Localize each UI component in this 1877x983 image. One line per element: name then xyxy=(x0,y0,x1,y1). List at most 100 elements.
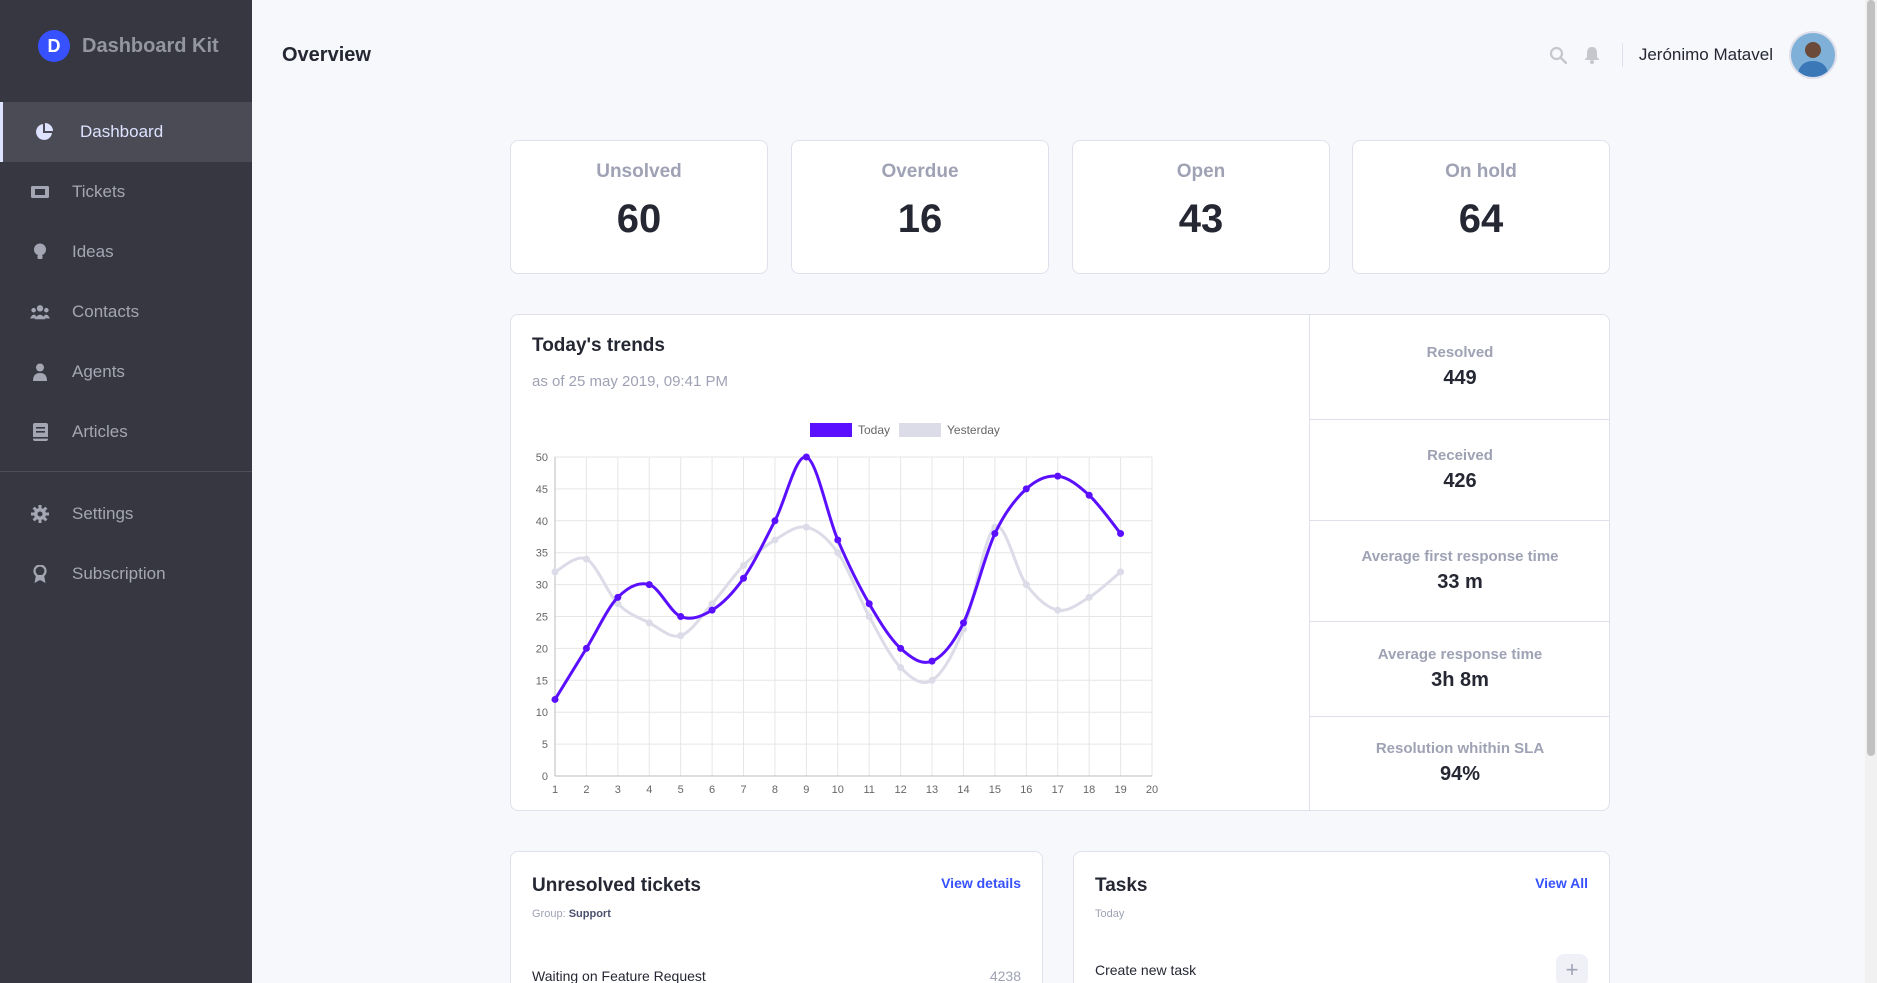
stat-value: 33 m xyxy=(1437,571,1483,593)
data-point-today[interactable] xyxy=(551,695,559,703)
x-tick-label: 4 xyxy=(646,784,652,796)
kpi-value: 64 xyxy=(1458,197,1504,241)
data-point-today[interactable] xyxy=(802,453,810,461)
ticket-icon xyxy=(30,182,50,202)
data-point-yesterday[interactable] xyxy=(897,664,905,672)
data-point-today[interactable] xyxy=(771,517,779,525)
pie-chart-icon xyxy=(34,122,54,142)
stat-label: Average response time xyxy=(1377,646,1543,663)
data-point-yesterday[interactable] xyxy=(708,600,716,608)
sidebar-item-dashboard[interactable]: Dashboard xyxy=(0,102,252,162)
data-point-today[interactable] xyxy=(928,657,936,665)
sidebar-item-tickets[interactable]: Tickets xyxy=(0,162,252,222)
data-point-today[interactable] xyxy=(614,593,622,601)
data-point-yesterday[interactable] xyxy=(802,523,810,531)
data-point-yesterday[interactable] xyxy=(1054,606,1062,614)
chart-legend[interactable]: Today Yesterday xyxy=(810,423,1000,437)
lightbulb-icon xyxy=(30,242,50,262)
group-prefix: Group: xyxy=(532,908,566,920)
kpi-card-overdue[interactable]: Overdue 16 xyxy=(791,140,1049,274)
data-point-today[interactable] xyxy=(897,644,905,652)
sidebar-item-settings[interactable]: Settings xyxy=(0,484,252,544)
x-tick-label: 15 xyxy=(989,784,1001,796)
legend-swatch-today xyxy=(810,423,852,437)
y-tick-label: 45 xyxy=(536,484,548,496)
data-point-yesterday[interactable] xyxy=(834,549,842,557)
data-point-yesterday[interactable] xyxy=(1085,593,1093,601)
brand-logo-letter: D xyxy=(47,35,61,56)
sidebar-item-subscription[interactable]: Subscription xyxy=(0,544,252,604)
sidebar-item-label: Contacts xyxy=(72,302,140,321)
kpi-card-open[interactable]: Open 43 xyxy=(1072,140,1330,274)
data-point-today[interactable] xyxy=(582,644,590,652)
page-title: Overview xyxy=(282,44,371,66)
x-tick-label: 16 xyxy=(1020,784,1032,796)
sidebar-item-contacts[interactable]: Contacts xyxy=(0,282,252,342)
search-icon[interactable] xyxy=(1548,45,1568,65)
x-tick-label: 2 xyxy=(583,784,589,796)
x-tick-label: 12 xyxy=(895,784,907,796)
scrollbar[interactable] xyxy=(1865,0,1877,983)
y-tick-label: 50 xyxy=(536,452,548,464)
data-point-yesterday[interactable] xyxy=(740,561,748,569)
data-point-yesterday[interactable] xyxy=(928,676,936,684)
data-point-today[interactable] xyxy=(708,606,716,614)
data-point-today[interactable] xyxy=(834,536,842,544)
sidebar-item-label: Agents xyxy=(72,362,125,381)
y-tick-label: 30 xyxy=(536,580,548,592)
group-label: Group: Support xyxy=(532,908,611,920)
sidebar-item-articles[interactable]: Articles xyxy=(0,402,252,462)
bell-icon[interactable] xyxy=(1582,45,1602,65)
data-point-today[interactable] xyxy=(645,581,653,589)
create-task-input[interactable]: Create new task xyxy=(1095,962,1196,978)
kpi-card-on-hold[interactable]: On hold 64 xyxy=(1352,140,1610,274)
view-details-link[interactable]: View details xyxy=(941,875,1021,891)
kpi-card-unsolved[interactable]: Unsolved 60 xyxy=(510,140,768,274)
stat-value: 94% xyxy=(1439,762,1481,785)
data-point-today[interactable] xyxy=(991,530,999,538)
scrollbar-thumb[interactable] xyxy=(1867,0,1875,756)
sidebar-item-ideas[interactable]: Ideas xyxy=(0,222,252,282)
data-point-today[interactable] xyxy=(1085,491,1093,499)
data-point-today[interactable] xyxy=(865,600,873,608)
stat-label: Received xyxy=(1427,447,1493,464)
tasks-subtitle: Today xyxy=(1095,908,1125,920)
trends-line-chart[interactable]: 051015202530354045501 2 3 4 5 6 7 8 9 10 11 12 13 14 1… xyxy=(511,411,1309,811)
sidebar-item-agents[interactable]: Agents xyxy=(0,342,252,402)
data-point-yesterday[interactable] xyxy=(645,619,653,627)
data-point-today[interactable] xyxy=(1117,530,1125,538)
ticket-row-count: 4238 xyxy=(989,968,1021,983)
x-tick-label: 3 xyxy=(615,784,621,796)
data-point-yesterday[interactable] xyxy=(582,555,590,563)
data-point-yesterday[interactable] xyxy=(865,613,873,620)
data-point-today[interactable] xyxy=(1022,485,1030,493)
stat-resolved: Resolved 449 xyxy=(1310,315,1610,420)
kpi-value: 60 xyxy=(616,197,662,241)
y-tick-label: 35 xyxy=(536,548,548,560)
data-point-today[interactable] xyxy=(740,574,748,582)
stat-value: 3h 8m xyxy=(1431,669,1489,691)
avatar[interactable] xyxy=(1789,31,1837,79)
data-point-yesterday[interactable] xyxy=(677,632,685,640)
card-title: Unresolved tickets xyxy=(532,875,701,896)
add-task-button[interactable]: + xyxy=(1556,954,1588,983)
x-tick-label: 7 xyxy=(740,784,746,796)
data-point-yesterday[interactable] xyxy=(1022,581,1030,589)
legend-label-today: Today xyxy=(858,423,890,437)
brand[interactable]: D Dashboard Kit xyxy=(38,30,219,62)
data-point-today[interactable] xyxy=(677,613,685,620)
data-point-yesterday[interactable] xyxy=(551,568,559,576)
data-point-today[interactable] xyxy=(1054,472,1062,480)
trends-panel: Today's trends as of 25 may 2019, 09:41 … xyxy=(510,314,1610,811)
x-tick-label: 8 xyxy=(772,784,778,796)
view-all-link[interactable]: View All xyxy=(1535,875,1588,891)
legend-swatch-yesterday xyxy=(899,423,941,437)
user-name[interactable]: Jerónimo Matavel xyxy=(1639,45,1773,65)
tasks-card: Tasks View All Today Create new task + xyxy=(1073,851,1610,983)
data-point-yesterday[interactable] xyxy=(771,536,779,544)
sidebar-item-label: Articles xyxy=(72,422,128,441)
data-point-today[interactable] xyxy=(959,619,967,627)
ticket-row-label[interactable]: Waiting on Feature Request xyxy=(532,968,706,983)
data-point-yesterday[interactable] xyxy=(1117,568,1125,576)
y-tick-label: 40 xyxy=(536,516,548,528)
